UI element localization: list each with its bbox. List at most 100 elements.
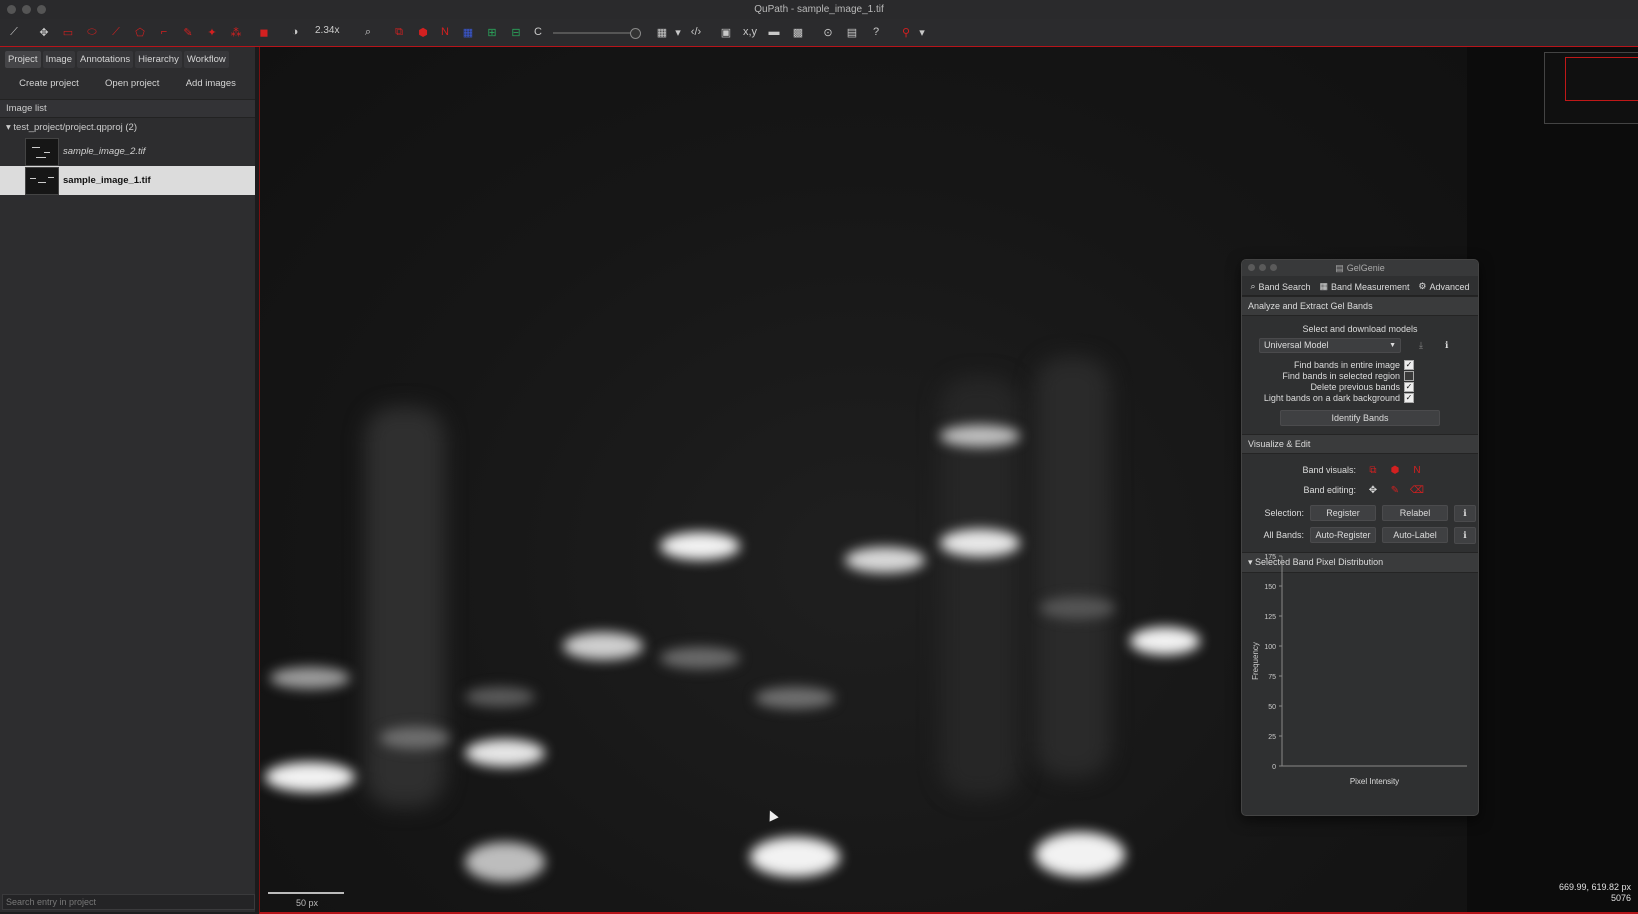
info-icon[interactable]: ℹ [1445, 340, 1448, 351]
tab-image[interactable]: Image [42, 51, 75, 68]
fill-annotations-icon[interactable]: ⬢ [415, 24, 431, 40]
cursor-coordinates: 669.99, 619.82 px 5076 [1559, 882, 1631, 904]
relabel-button[interactable]: Relabel [1382, 505, 1448, 521]
wand-tool-icon[interactable]: ✦ [204, 24, 220, 40]
checkbox-row: Find bands in selected region [1242, 370, 1478, 381]
points-tool-icon[interactable]: ⁂ [228, 24, 244, 40]
chevron-down-icon[interactable]: ▾ [914, 24, 930, 40]
search-input[interactable]: Search entry in project [2, 894, 255, 910]
minimize-window-button[interactable] [22, 5, 31, 14]
light-bands-checkbox[interactable]: ✓ [1404, 392, 1414, 403]
project-panel: Project Image Annotations Hierarchy Work… [0, 47, 259, 912]
auto-register-button[interactable]: Auto-Register [1310, 527, 1376, 543]
tab-advanced[interactable]: ⚙ Advanced [1418, 281, 1469, 292]
move-tool-icon[interactable]: ✥ [36, 24, 52, 40]
pixel-grid-icon[interactable]: ▩ [790, 24, 806, 40]
overview-icon[interactable]: ▣ [718, 24, 734, 40]
grid-icon[interactable]: ▦ [654, 24, 670, 40]
search-icon: ⌕ [1250, 281, 1256, 291]
checkbox-row: Find bands in entire image ✓ [1242, 359, 1478, 370]
zoom-window-button[interactable] [37, 5, 46, 14]
fill-bands-icon[interactable]: ⬢ [1384, 465, 1406, 476]
band-visuals-label: Band visuals: [1302, 465, 1356, 475]
tab-project[interactable]: Project [5, 51, 41, 68]
tab-band-measurement[interactable]: ▦ Band Measurement [1319, 281, 1409, 292]
show-annotations-icon[interactable]: ⧉ [391, 24, 407, 40]
brightness-contrast-icon[interactable]: ◑ [287, 24, 303, 40]
image-thumbnail [25, 166, 59, 195]
model-select-value: Universal Model [1264, 340, 1329, 350]
show-names-icon[interactable]: N [437, 24, 453, 40]
y-tick-label: 25 [1268, 734, 1276, 741]
settings-icon[interactable]: ⊙ [820, 24, 836, 40]
selection-mode-icon[interactable]: ◼ [256, 24, 272, 40]
open-project-button[interactable]: Open project [97, 74, 167, 93]
checkbox-row: Delete previous bands ✓ [1242, 381, 1478, 392]
brush-tool-icon[interactable]: ✎ [180, 24, 196, 40]
identify-bands-button[interactable]: Identify Bands [1280, 410, 1440, 426]
register-button[interactable]: Register [1310, 505, 1376, 521]
download-icon[interactable]: ⤓ [1419, 340, 1423, 351]
list-item[interactable]: sample_image_1.tif [0, 166, 255, 195]
window-controls[interactable] [1248, 264, 1277, 271]
checkbox-row: Light bands on a dark background ✓ [1242, 392, 1478, 403]
entry-name: sample_image_2.tif [63, 146, 146, 157]
auto-label-button[interactable]: Auto-Label [1382, 527, 1448, 543]
tab-hierarchy[interactable]: Hierarchy [135, 51, 182, 68]
show-tma-grid-icon[interactable]: ▦ [460, 24, 476, 40]
entry-name: sample_image_1.tif [63, 175, 151, 186]
eraser-icon[interactable]: ⌫ [1406, 485, 1428, 496]
polyline-tool-icon[interactable]: ⌐ [156, 24, 172, 40]
show-detections-icon[interactable]: ⊞ [484, 24, 500, 40]
show-band-names-icon[interactable]: N [1406, 465, 1428, 476]
extension-icon[interactable]: ⚲ [898, 24, 914, 40]
image-thumbnail [25, 137, 59, 166]
close-window-button[interactable] [7, 5, 16, 14]
find-selected-region-checkbox[interactable] [1404, 370, 1414, 381]
checkbox-label: Find bands in selected region [1282, 370, 1400, 381]
y-tick-label: 75 [1268, 674, 1276, 681]
opacity-slider-knob[interactable] [630, 28, 641, 39]
rectangle-tool-icon[interactable]: ▭ [60, 24, 76, 40]
overview-viewport[interactable] [1565, 57, 1638, 101]
tab-band-search[interactable]: ⌕ Band Search [1250, 281, 1310, 292]
chevron-down-icon[interactable]: ▾ [670, 24, 686, 40]
brush-icon[interactable]: ✎ [1384, 485, 1406, 496]
project-tree-root[interactable]: ▾ test_project/project.qpproj (2) [0, 118, 255, 137]
ellipse-tool-icon[interactable]: ⬭ [84, 24, 100, 40]
channel-toggle[interactable]: C [530, 24, 546, 40]
measure-icon[interactable]: ⟋ [6, 24, 22, 40]
add-images-button[interactable]: Add images [178, 74, 244, 93]
opacity-slider-track[interactable] [553, 32, 641, 34]
window-controls[interactable] [7, 5, 46, 14]
selection-label: Selection: [1264, 508, 1304, 518]
scalebar-icon[interactable]: ▬ [766, 24, 782, 40]
tab-workflow[interactable]: Workflow [183, 51, 229, 68]
overview-thumbnail[interactable] [1544, 52, 1638, 124]
show-bands-icon[interactable]: ⧉ [1362, 465, 1384, 476]
create-project-button[interactable]: Create project [11, 74, 87, 93]
y-axis-label: Frequency [1251, 642, 1260, 680]
info-icon[interactable]: ℹ [1454, 504, 1476, 522]
info-icon[interactable]: ℹ [1454, 526, 1476, 544]
fill-detections-icon[interactable]: ⊟ [508, 24, 524, 40]
log-icon[interactable]: ▤ [844, 24, 860, 40]
scale-label: 50 px [296, 898, 319, 908]
polygon-tool-icon[interactable]: ⬠ [132, 24, 148, 40]
xy-coordinates-icon[interactable]: x,y [742, 24, 758, 40]
dialog-title-bar[interactable]: ▤ GelGenie [1242, 260, 1478, 276]
zoom-to-fit-icon[interactable]: ⌕ [360, 24, 376, 40]
visualize-section: Band visuals: ⧉ ⬢ N Band editing: ✥ ✎ ⌫ … [1242, 454, 1478, 552]
delete-previous-bands-checkbox[interactable]: ✓ [1404, 381, 1414, 392]
tab-annotations[interactable]: Annotations [76, 51, 134, 68]
find-entire-image-checkbox[interactable]: ✓ [1404, 359, 1414, 370]
line-tool-icon[interactable]: ⟋ [108, 24, 124, 40]
script-editor-icon[interactable]: ‹/› [688, 24, 704, 40]
chevron-down-icon[interactable]: ▾ [6, 122, 11, 133]
help-icon[interactable]: ? [868, 24, 884, 40]
move-icon[interactable]: ✥ [1362, 485, 1384, 496]
model-select[interactable]: Universal Model ▼ [1259, 338, 1401, 353]
list-item[interactable]: sample_image_2.tif [0, 137, 255, 166]
pixel-distribution-chart: 0 25 50 75 100 125 150 175 Frequency Pixel Intens… [1242, 548, 1478, 815]
coords-value: 5076 [1610, 893, 1631, 903]
